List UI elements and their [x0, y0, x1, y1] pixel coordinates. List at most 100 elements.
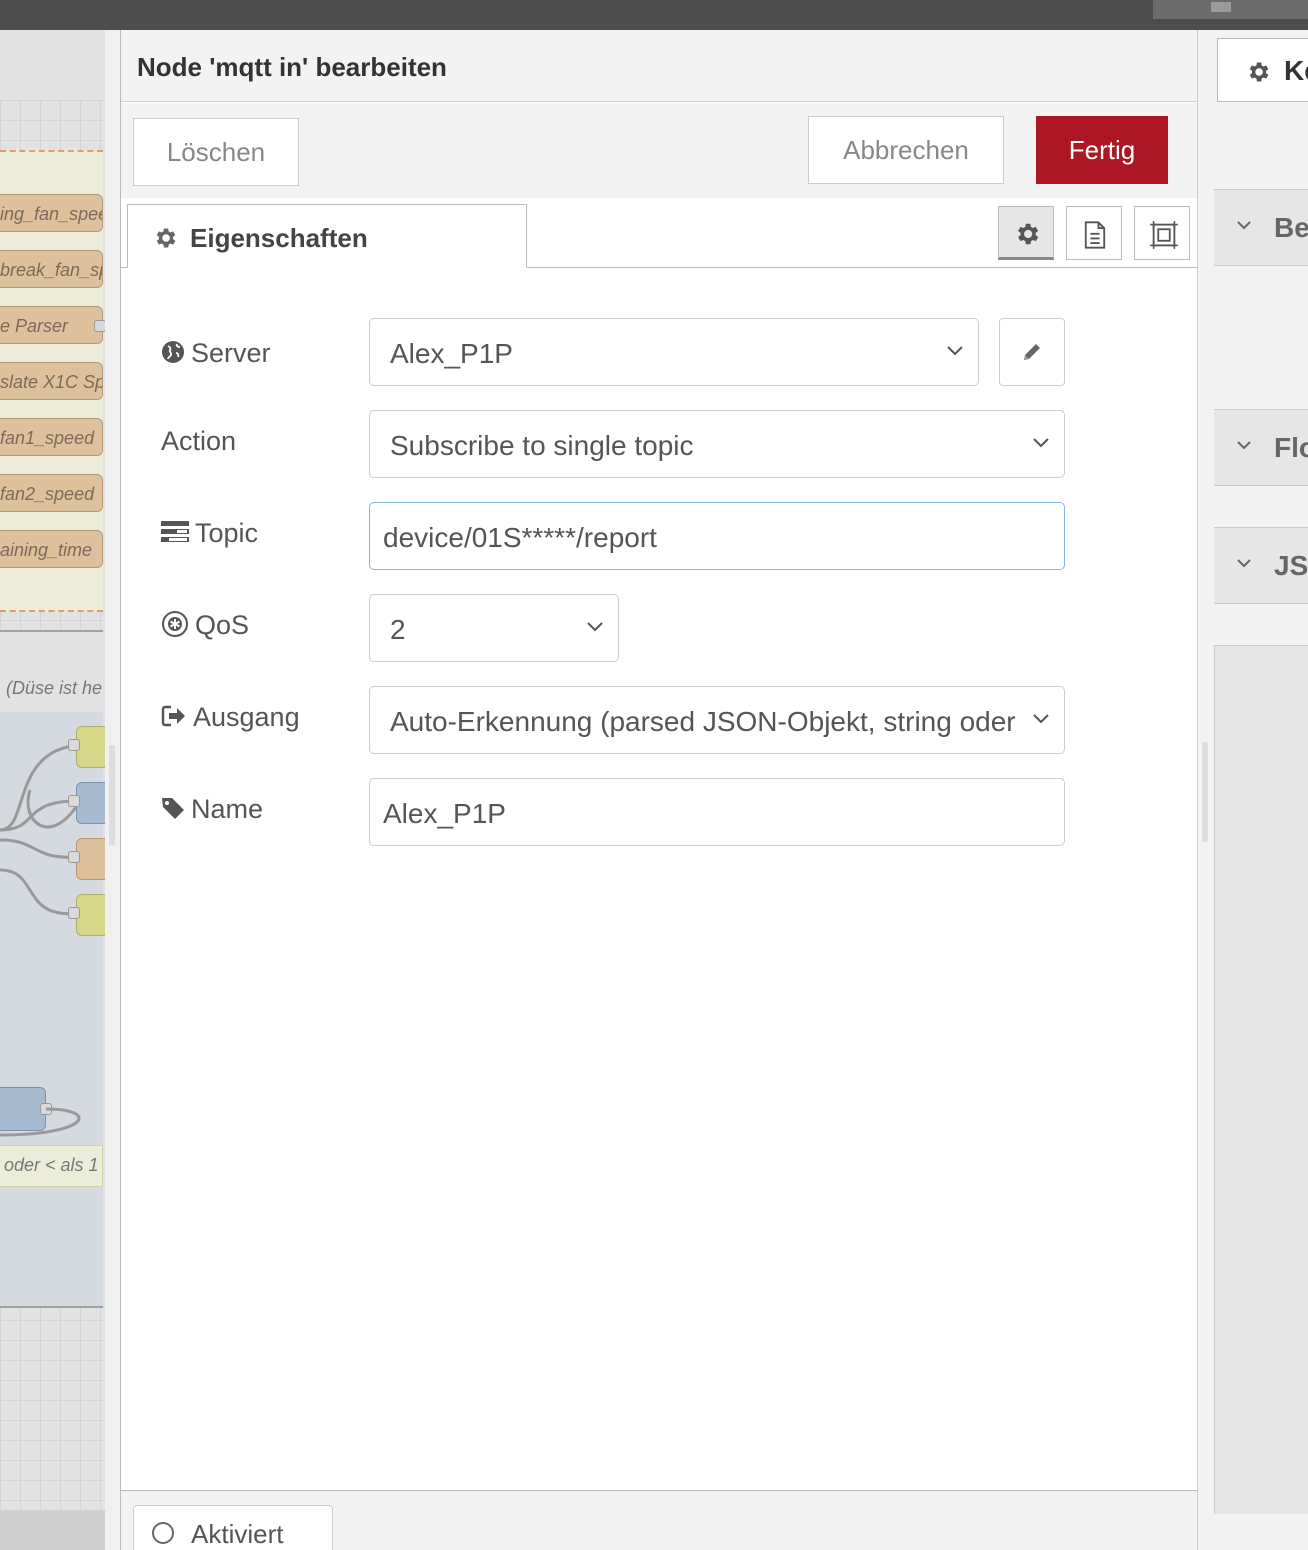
top-bar: [0, 0, 1308, 30]
topic-input[interactable]: device/01S*****/report: [369, 502, 1065, 570]
comment-node[interactable]: oder < als 1: [0, 1145, 103, 1187]
qos-row-label: QoS: [161, 610, 249, 641]
sidebar-content: [1214, 646, 1308, 1514]
flow-node[interactable]: aining_time: [0, 530, 103, 568]
name-input[interactable]: Alex_P1P: [369, 778, 1065, 846]
sidebar-tab-label: Ke: [1284, 55, 1308, 86]
flow-node[interactable]: fan1_speed: [0, 418, 103, 456]
chevron-down-icon: [1033, 714, 1049, 724]
output-select[interactable]: Auto-Erkennung (parsed JSON-Objekt, stri…: [369, 686, 1065, 754]
qos-select[interactable]: 2: [369, 594, 619, 662]
edit-server-button[interactable]: [999, 318, 1065, 386]
node-appearance-icon: [1150, 221, 1178, 249]
wire: [0, 1107, 81, 1137]
action-select[interactable]: Subscribe to single topic: [369, 410, 1065, 478]
output-label: Ausgang: [193, 702, 300, 732]
flow-node-label: break_fan_sp: [0, 260, 103, 280]
flow-node[interactable]: break_fan_sp: [0, 250, 103, 288]
pencil-icon: [1024, 344, 1040, 360]
tab-bar: Eigenschaften: [121, 198, 1197, 268]
sidebar-section-label: Be: [1274, 212, 1308, 243]
sidebar-section-label: JS: [1274, 550, 1308, 581]
json-node[interactable]: [76, 894, 105, 936]
dialog-title: Node 'mqtt in' bearbeiten: [137, 52, 447, 82]
tab-settings[interactable]: [998, 206, 1054, 260]
flow-node-label: fan1_speed: [0, 428, 95, 448]
properties-form: Server Alex_P1P Action Subscribe to sing…: [121, 268, 1197, 1490]
flow-node[interactable]: fan2_speed: [0, 474, 103, 512]
tray-footer: Aktiviert: [121, 1490, 1197, 1550]
name-label: Name: [191, 794, 264, 824]
group-header: (Düse ist he: [0, 632, 103, 712]
node-port[interactable]: [68, 907, 80, 919]
flow-canvas[interactable]: ing_fan_spee break_fan_sp e Parser slate…: [0, 30, 105, 1550]
node-port[interactable]: [94, 320, 105, 332]
sidebar-section[interactable]: JS: [1214, 528, 1308, 604]
qos-icon: [162, 610, 188, 637]
tag-icon: [162, 797, 184, 819]
chevron-down-icon: [1033, 438, 1049, 448]
sidebar: Ke Be Flo JS: [1197, 30, 1308, 1550]
gear-icon: [1018, 223, 1039, 245]
tab-properties-label: Eigenschaften: [190, 223, 368, 253]
mqtt-node[interactable]: [76, 782, 105, 824]
sidebar-resize-handle[interactable]: [1202, 742, 1208, 842]
topic-row-label: Topic: [161, 518, 258, 549]
flow-node-label: ing_fan_spee: [0, 204, 103, 224]
tab-description[interactable]: [1066, 206, 1122, 260]
deploy-button[interactable]: [1153, 0, 1308, 19]
name-value: Alex_P1P: [383, 798, 506, 829]
flow-node-label: slate X1C Sp: [0, 372, 103, 392]
document-icon: [1084, 221, 1106, 249]
chevron-down-icon: [1237, 441, 1251, 450]
tab-appearance[interactable]: [1134, 206, 1190, 260]
qos-value: 2: [390, 614, 406, 645]
tray-resize-handle[interactable]: [109, 745, 115, 845]
server-value: Alex_P1P: [390, 338, 513, 369]
tab-properties[interactable]: Eigenschaften: [127, 204, 527, 268]
output-value: Auto-Erkennung (parsed JSON-Objekt, stri…: [390, 706, 1016, 737]
sidebar-spacer: [1214, 486, 1308, 528]
chevron-down-icon: [1237, 559, 1251, 568]
flow-node[interactable]: ing_fan_spee: [0, 194, 103, 232]
server-label: Server: [191, 338, 271, 368]
enabled-label: Aktiviert: [191, 1519, 284, 1549]
sidebar-spacer: [1214, 604, 1308, 646]
server-row-label: Server: [161, 338, 271, 369]
function-node[interactable]: [76, 838, 105, 880]
flow-node[interactable]: e Parser: [0, 306, 103, 344]
done-button[interactable]: Fertig: [1036, 116, 1168, 184]
flow-node-label: fan2_speed: [0, 484, 95, 504]
qos-label: QoS: [195, 610, 250, 640]
sidebar-section-label: Flo: [1274, 432, 1308, 463]
chevron-down-icon: [1237, 221, 1251, 230]
sidebar-tab-config[interactable]: Ke: [1217, 38, 1308, 102]
json-node[interactable]: [76, 726, 105, 768]
cancel-button[interactable]: Abbrechen: [808, 116, 1004, 184]
tasks-icon: [161, 520, 189, 542]
topic-label: Topic: [195, 518, 259, 548]
sidebar-section[interactable]: Flo: [1214, 410, 1308, 486]
node-port[interactable]: [68, 795, 80, 807]
tray-header: Node 'mqtt in' bearbeiten: [121, 30, 1197, 102]
flow-node[interactable]: slate X1C Sp: [0, 362, 103, 400]
node-port[interactable]: [68, 739, 80, 751]
node-port[interactable]: [68, 851, 80, 863]
globe-icon: [162, 340, 184, 363]
chevron-down-icon: [947, 346, 963, 356]
gear-icon: [156, 228, 176, 248]
flow-node-label: e Parser: [0, 316, 69, 336]
sign-out-icon: [161, 705, 185, 727]
circle-icon: [152, 1522, 174, 1544]
server-select[interactable]: Alex_P1P: [369, 318, 979, 386]
sidebar-spacer: [1214, 266, 1308, 410]
gear-icon: [1249, 62, 1269, 82]
sidebar-section[interactable]: Be: [1214, 190, 1308, 266]
action-label: Action: [161, 426, 237, 456]
enabled-toggle[interactable]: Aktiviert: [133, 1505, 333, 1550]
name-row-label: Name: [161, 794, 263, 825]
tray-toolbar: Löschen Abbrechen Fertig: [121, 103, 1197, 199]
flow-node-label: aining_time: [0, 540, 93, 560]
group-label: (Düse ist he: [6, 678, 103, 698]
delete-button[interactable]: Löschen: [133, 118, 299, 186]
